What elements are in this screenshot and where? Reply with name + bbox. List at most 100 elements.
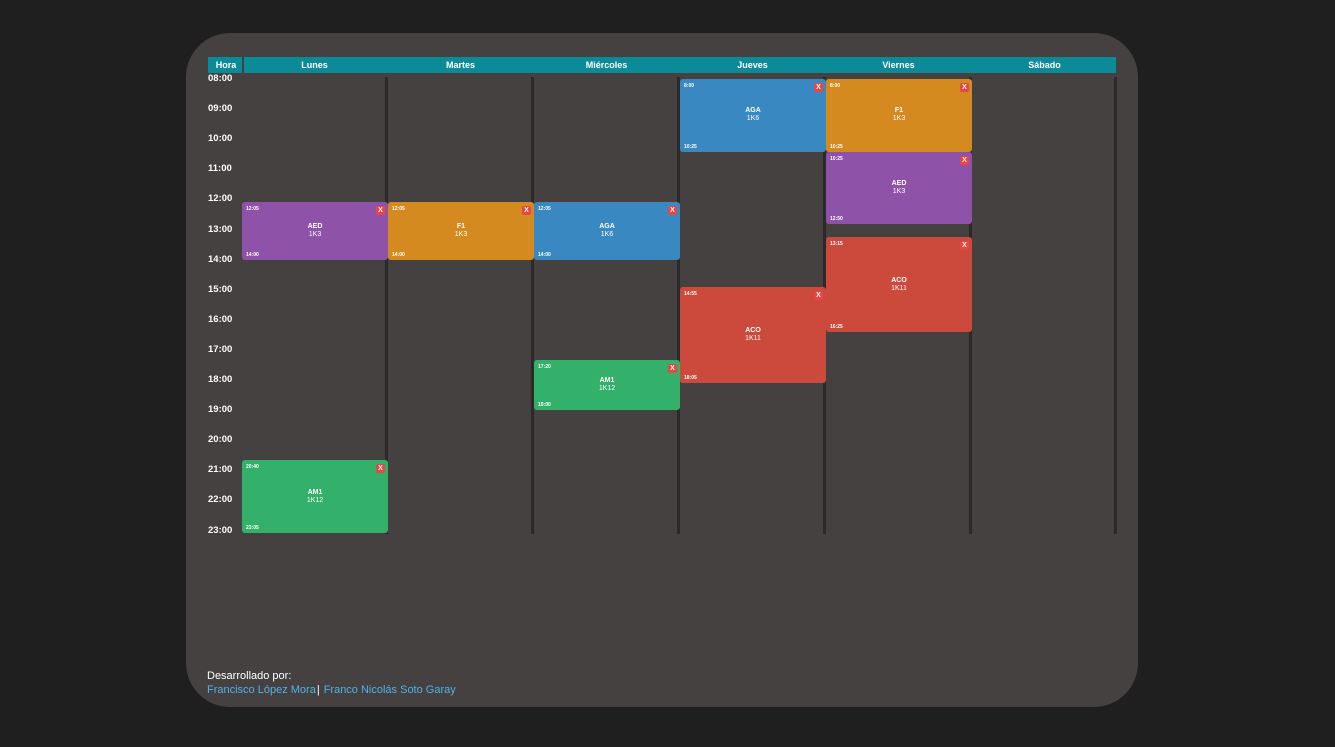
- hour-label: 15:00: [208, 283, 233, 295]
- hour-label: 16:00: [208, 313, 233, 325]
- header-day: Jueves: [737, 60, 768, 70]
- class-end-time: 18:05: [684, 374, 697, 381]
- class-start-time: 8:00: [684, 83, 695, 89]
- remove-class-button[interactable]: X: [668, 205, 677, 215]
- class-end-time: 14:00: [392, 251, 405, 258]
- class-info: AM1 1K12: [242, 489, 388, 505]
- author-separator: |: [316, 684, 320, 696]
- class-course: 1K12: [306, 496, 324, 504]
- class-block[interactable]: 12:05 X AGA 1K6 14:00: [534, 201, 680, 260]
- hour-label: 21:00: [208, 464, 233, 476]
- class-info: F1 1K3: [826, 107, 972, 123]
- header-day: Martes: [445, 60, 475, 70]
- day-column-separator: [1114, 77, 1117, 534]
- hour-label: 14:00: [208, 253, 233, 265]
- class-course: 1K6: [600, 230, 614, 238]
- hour-label: 23:00: [208, 524, 233, 536]
- class-block[interactable]: 8:00 X AGA 1K6 10:25: [680, 79, 826, 152]
- class-start-time: 20:40: [246, 464, 259, 471]
- class-start-time: 8:00: [830, 83, 841, 89]
- class-course: 1K6: [746, 115, 760, 123]
- credits: Desarrollado por: Francisco López Mora| F…: [207, 670, 456, 696]
- class-info: ACO 1K11: [680, 327, 826, 343]
- header-day: Sábado: [1028, 60, 1061, 70]
- class-info: AGA 1K6: [680, 107, 826, 123]
- class-start-time: 12:05: [392, 205, 405, 212]
- day-column-separator: [531, 77, 534, 534]
- hour-label: 22:00: [208, 494, 233, 506]
- class-start-time: 13:15: [830, 241, 843, 248]
- class-info: AGA 1K6: [534, 223, 680, 239]
- class-subject: AM1: [599, 377, 615, 384]
- remove-class-button[interactable]: X: [960, 83, 969, 92]
- header-day: Miércoles: [585, 60, 628, 70]
- class-subject: AED: [891, 180, 907, 188]
- class-course: 1K3: [892, 188, 906, 196]
- class-info: F1 1K3: [388, 223, 534, 239]
- hour-label: 10:00: [208, 133, 233, 145]
- remove-class-button[interactable]: X: [376, 464, 385, 474]
- class-block[interactable]: 17:20 X AM1 1K12 19:00: [534, 359, 680, 411]
- class-end-time: 14:00: [538, 251, 551, 258]
- class-subject: ACO: [891, 276, 907, 284]
- class-info: AM1 1K12: [534, 377, 680, 393]
- class-start-time: 12:05: [246, 205, 259, 212]
- class-block[interactable]: 8:00 X F1 1K3 10:25: [826, 79, 972, 152]
- class-end-time: 16:25: [830, 324, 843, 331]
- class-end-time: 10:25: [684, 143, 697, 150]
- class-start-time: 17:20: [538, 363, 551, 370]
- class-block[interactable]: 20:40 X AM1 1K12 23:05: [242, 460, 388, 533]
- hour-label: 19:00: [208, 404, 233, 416]
- hour-label: 13:00: [208, 223, 233, 235]
- class-subject: AM1: [307, 488, 323, 496]
- hour-label: 18:00: [208, 374, 233, 385]
- class-course: 1K3: [308, 230, 322, 238]
- author-link-1[interactable]: Francisco López Mora: [207, 684, 316, 696]
- class-block[interactable]: 13:15 X ACO 1K11 16:25: [826, 237, 972, 333]
- class-subject: AGA: [745, 107, 761, 115]
- class-subject: F1: [894, 107, 904, 115]
- header-day: Lunes: [301, 60, 328, 70]
- hour-label: 20:00: [208, 434, 233, 446]
- remove-class-button[interactable]: X: [960, 241, 969, 251]
- class-subject: AED: [307, 222, 323, 230]
- hour-label: 11:00: [208, 163, 232, 175]
- header-day: Viernes: [882, 60, 915, 70]
- class-subject: ACO: [745, 326, 761, 334]
- hour-label: 08:00: [208, 73, 233, 84]
- class-info: AED 1K3: [826, 180, 972, 196]
- class-end-time: 12:50: [830, 216, 843, 223]
- class-block[interactable]: 14:55 X ACO 1K11 18:05: [680, 287, 826, 383]
- class-subject: AGA: [599, 222, 615, 230]
- class-course: 1K3: [454, 230, 468, 238]
- hour-label: 09:00: [208, 103, 233, 115]
- class-info: AED 1K3: [242, 223, 388, 239]
- remove-class-button[interactable]: X: [522, 205, 531, 215]
- class-end-time: 19:00: [538, 402, 551, 409]
- class-end-time: 14:00: [246, 251, 259, 258]
- credits-label: Desarrollado por:: [207, 670, 292, 682]
- class-course: 1K12: [598, 385, 616, 392]
- hour-label: 17:00: [208, 343, 233, 355]
- class-course: 1K11: [891, 284, 907, 292]
- class-start-time: 10:25: [830, 155, 843, 162]
- class-end-time: 10:25: [830, 143, 843, 150]
- class-block[interactable]: 12:05 X F1 1K3 14:00: [388, 201, 534, 260]
- header-separator: [242, 57, 244, 73]
- class-subject: F1: [456, 222, 466, 230]
- class-course: 1K11: [745, 334, 761, 342]
- class-start-time: 14:55: [684, 291, 697, 298]
- header-hour: Hora: [215, 60, 237, 70]
- author-link-2[interactable]: Franco Nicolás Soto Garay: [324, 684, 456, 696]
- class-start-time: 12:05: [538, 205, 551, 212]
- class-block[interactable]: 12:05 X AED 1K3 14:00: [242, 201, 388, 260]
- hour-label: 12:00: [208, 193, 233, 205]
- remove-class-button[interactable]: X: [668, 363, 677, 373]
- class-info: ACO 1K11: [826, 277, 972, 293]
- class-block[interactable]: 10:25 X AED 1K3 12:50: [826, 151, 972, 225]
- remove-class-button[interactable]: X: [376, 205, 385, 215]
- class-course: 1K3: [892, 115, 906, 123]
- remove-class-button[interactable]: X: [814, 291, 823, 301]
- remove-class-button[interactable]: X: [814, 83, 823, 92]
- remove-class-button[interactable]: X: [960, 155, 969, 165]
